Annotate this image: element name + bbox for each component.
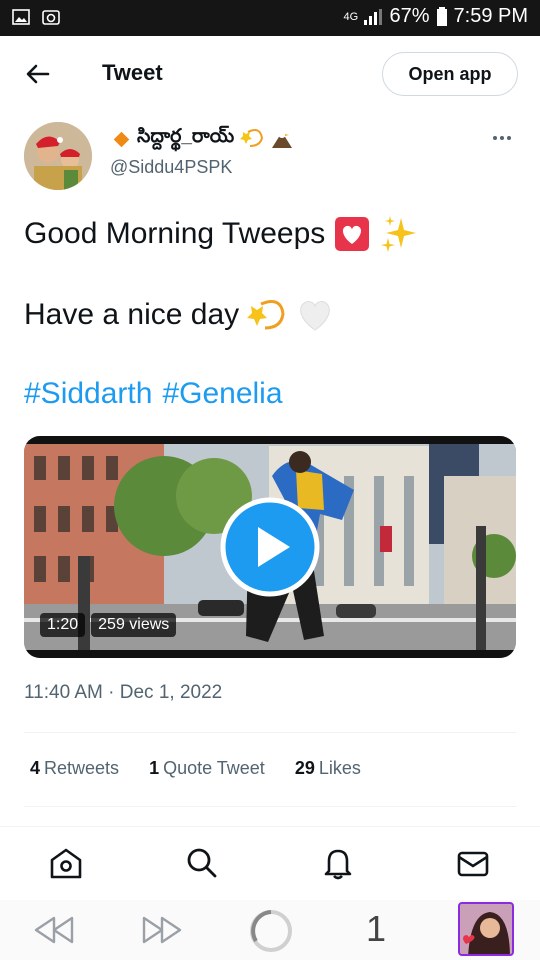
home-icon[interactable]: [48, 845, 84, 881]
hashtags: #Siddarth #Genelia: [24, 377, 283, 411]
author-avatar[interactable]: [24, 122, 92, 190]
rewind-back-icon[interactable]: [34, 916, 74, 944]
video-player[interactable]: 1:20 259 views: [24, 436, 516, 658]
camera-app-icon: [42, 10, 60, 25]
white-heart-emoji-icon: [300, 301, 330, 331]
battery-icon: [436, 6, 447, 26]
quote-tweets-label: Quote Tweet: [163, 758, 265, 778]
bottom-navigation: [0, 826, 540, 900]
hashtag-link[interactable]: #Genelia: [162, 377, 282, 411]
open-app-button[interactable]: Open app: [382, 52, 518, 96]
tweet-timestamp[interactable]: 11:40 AM · Dec 1, 2022: [24, 682, 222, 704]
search-icon[interactable]: [184, 845, 220, 881]
divider: [24, 806, 516, 807]
mail-icon[interactable]: [455, 845, 491, 881]
retweets-stat[interactable]: 4 Retweets: [30, 758, 119, 779]
author-name-text: సిద్దార్థ_రాయ్: [137, 126, 235, 147]
tweet-text: Good Morning Tweeps: [24, 217, 326, 250]
divider: [24, 732, 516, 733]
retweets-count: 4: [30, 758, 41, 778]
video-views: 259 views: [91, 613, 177, 637]
tweet-text-line: Good Morning Tweeps: [24, 214, 419, 254]
video-duration: 1:20: [40, 613, 86, 637]
heart-letter-emoji-icon: [335, 217, 370, 251]
tweet-text: Have a nice day: [24, 298, 240, 331]
bell-icon[interactable]: [320, 845, 356, 881]
likes-label: Likes: [318, 758, 361, 778]
more-options-icon[interactable]: [490, 126, 514, 150]
page-title: Tweet: [102, 60, 163, 85]
eagle-emoji-icon: [272, 130, 293, 148]
clock: 7:59 PM: [453, 5, 528, 27]
battery-percent: 67%: [389, 5, 430, 27]
author-display-name[interactable]: సిద్దార్థ_రాయ్: [113, 126, 294, 152]
engagement-stats: 4 Retweets 1 Quote Tweet 29 Likes: [30, 758, 361, 779]
author-handle[interactable]: @Siddu4PSPK: [110, 157, 232, 178]
top-bar: Tweet Open app: [0, 36, 540, 112]
tweet-text-line: Have a nice day: [24, 296, 335, 334]
hashtag-link[interactable]: #Siddarth: [24, 377, 152, 411]
sparkles-emoji-icon: [381, 216, 417, 252]
browser-toolbar: 1: [0, 900, 540, 960]
network-type: 4G: [343, 10, 359, 23]
profile-thumbnail[interactable]: [458, 902, 514, 956]
video-meta: 1:20 259 views: [40, 613, 177, 637]
quote-tweets-count: 1: [149, 758, 160, 778]
retweets-label: Retweets: [44, 758, 120, 778]
dizzy-star-emoji-icon: [247, 300, 285, 330]
likes-count: 29: [294, 758, 315, 778]
fast-forward-icon[interactable]: [142, 916, 182, 944]
quote-tweets-stat[interactable]: 1 Quote Tweet: [149, 758, 265, 779]
likes-stat[interactable]: 29 Likes: [295, 758, 361, 779]
back-arrow-icon[interactable]: [22, 58, 54, 90]
signal-icon: [364, 8, 383, 25]
status-bar: 4G 67% 7:59 PM: [0, 0, 540, 36]
play-icon[interactable]: [220, 497, 320, 597]
diamond-emoji-icon: [113, 131, 130, 147]
reload-spinner-icon[interactable]: [248, 908, 294, 954]
gallery-icon: [12, 9, 30, 25]
tab-count[interactable]: 1: [366, 908, 386, 950]
dizzy-star-emoji-icon: [240, 129, 264, 147]
